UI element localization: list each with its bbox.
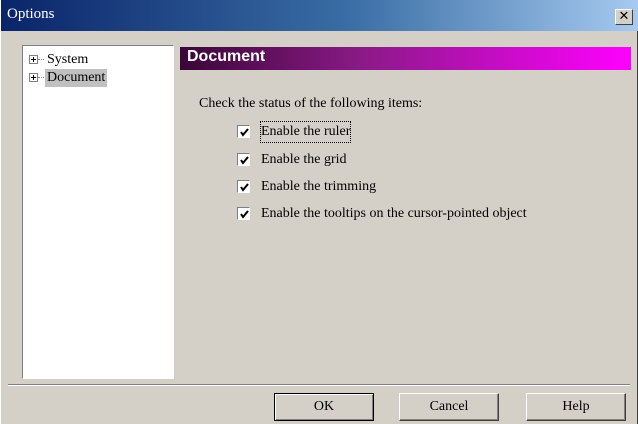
option-label: Enable the trimming (261, 179, 377, 194)
checkbox[interactable] (237, 153, 250, 166)
expand-plus-icon[interactable] (29, 73, 38, 82)
checkmark-icon (240, 183, 249, 192)
title-bar[interactable]: Options ✕ (1, 0, 638, 31)
checkmark-icon (240, 210, 249, 219)
expand-plus-icon[interactable] (29, 55, 38, 64)
checkmark-icon (240, 128, 249, 137)
tree-item-label: System (47, 52, 89, 67)
option-label: Enable the tooltips on the cursor-pointe… (261, 206, 527, 221)
checkbox[interactable] (237, 125, 250, 138)
divider (8, 384, 630, 386)
option-label: Enable the ruler (259, 121, 352, 143)
help-button[interactable]: Help (526, 393, 626, 421)
tree-item-label: Document (45, 69, 108, 87)
checkmark-icon (240, 156, 249, 165)
checkbox[interactable] (237, 207, 250, 220)
option-label: Enable the grid (261, 152, 347, 167)
cancel-button[interactable]: Cancel (399, 393, 499, 421)
ok-button[interactable]: OK (274, 393, 374, 421)
panel-header: Document (180, 47, 631, 70)
panel-title: Document (187, 48, 266, 65)
instructions-text: Check the status of the following items: (199, 96, 423, 111)
tree-connector (38, 77, 44, 78)
checkbox[interactable] (237, 180, 250, 193)
window-title: Options (7, 6, 55, 22)
tree-connector (38, 59, 44, 60)
category-tree[interactable]: System Document (22, 45, 174, 379)
options-dialog: Options ✕ System Document Document Check… (0, 0, 638, 424)
close-icon: ✕ (618, 9, 630, 24)
close-button[interactable]: ✕ (615, 9, 633, 25)
